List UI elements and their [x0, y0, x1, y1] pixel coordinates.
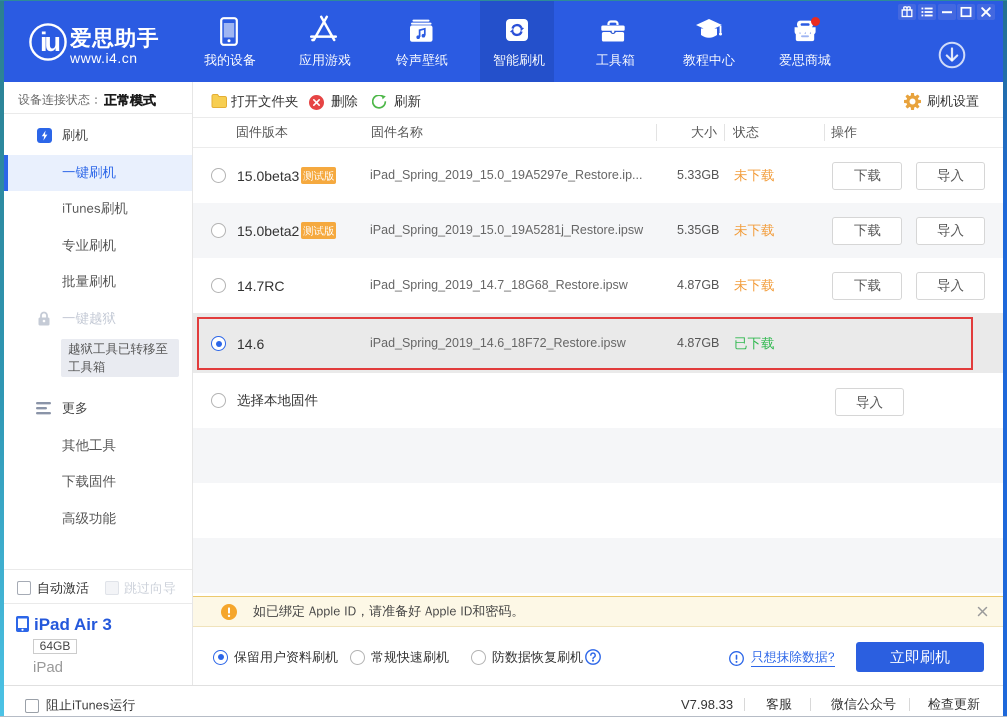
svg-text:iu: iu [40, 27, 60, 57]
